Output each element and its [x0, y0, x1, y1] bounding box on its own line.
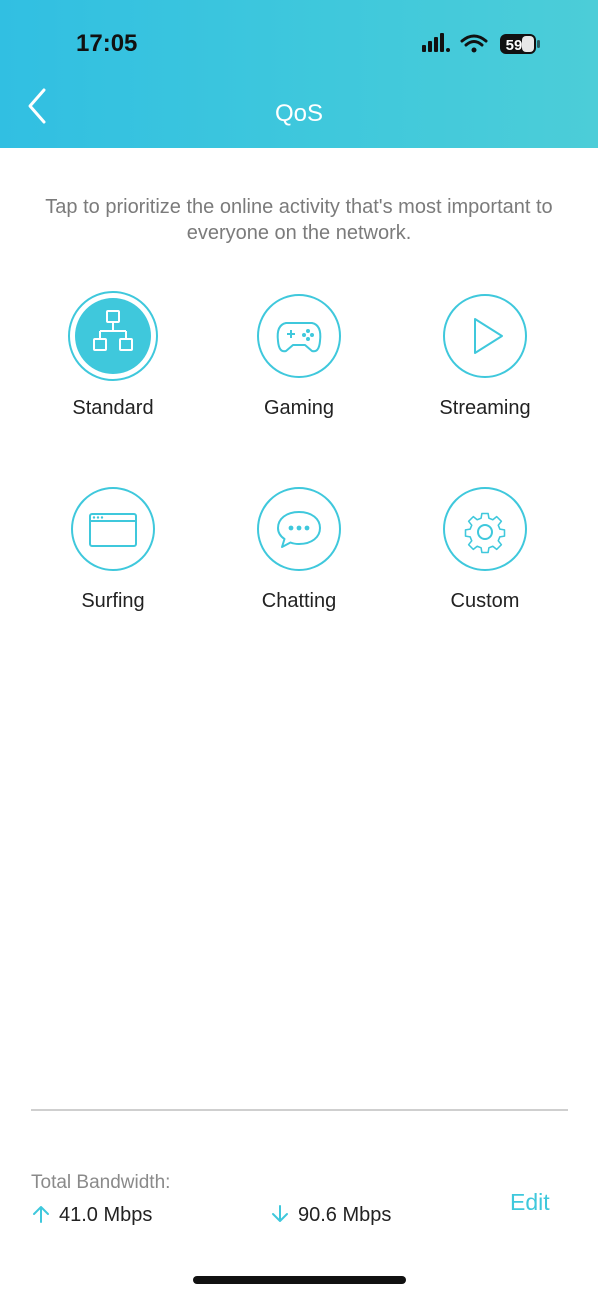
network-topology-icon	[68, 291, 158, 381]
play-icon	[442, 293, 528, 379]
mode-label-surfing: Surfing	[81, 590, 145, 612]
gamepad-icon	[256, 293, 342, 379]
battery-icon: 59	[500, 34, 540, 54]
intro-text: Tap to prioritize the online activity th…	[45, 196, 553, 244]
download-speed-value: 90.6 Mbps	[298, 1204, 392, 1226]
mode-custom[interactable]: Custom	[395, 486, 575, 613]
mode-gaming[interactable]: Gaming	[209, 293, 389, 420]
mode-chatting[interactable]: Chatting	[209, 486, 389, 613]
home-indicator	[193, 1276, 406, 1284]
battery-level: 59	[506, 37, 523, 54]
arrow-down-icon	[272, 1205, 288, 1222]
mode-label-custom: Custom	[450, 590, 520, 612]
mode-surfing[interactable]: Surfing	[23, 486, 203, 613]
qos-screen: 17:05 59 QoS Tap to prioritize the onlin…	[0, 0, 598, 1296]
status-time: 17:05	[76, 30, 138, 57]
edit-bandwidth-button[interactable]: Edit	[510, 1189, 550, 1216]
mode-label-chatting: Chatting	[261, 590, 337, 612]
gear-icon	[442, 486, 528, 572]
divider	[31, 1109, 568, 1111]
chat-bubble-icon	[256, 486, 342, 572]
arrow-up-icon	[33, 1206, 49, 1223]
mode-standard[interactable]: Standard	[23, 291, 203, 420]
upload-speed: 41.0 Mbps	[31, 1204, 152, 1227]
status-icons: 59	[422, 30, 552, 60]
page-title: QoS	[274, 100, 324, 127]
download-speed: 90.6 Mbps	[270, 1204, 391, 1227]
header-bar: 17:05 59 QoS	[0, 0, 598, 148]
bandwidth-title: Total Bandwidth:	[31, 1172, 171, 1193]
browser-window-icon	[70, 486, 156, 572]
wifi-icon	[460, 34, 488, 53]
mode-label-gaming: Gaming	[263, 397, 335, 419]
mode-streaming[interactable]: Streaming	[395, 293, 575, 420]
upload-speed-value: 41.0 Mbps	[59, 1204, 153, 1226]
mode-label-streaming: Streaming	[439, 397, 531, 419]
signal-icon	[422, 33, 450, 52]
mode-label-standard: Standard	[72, 397, 154, 419]
